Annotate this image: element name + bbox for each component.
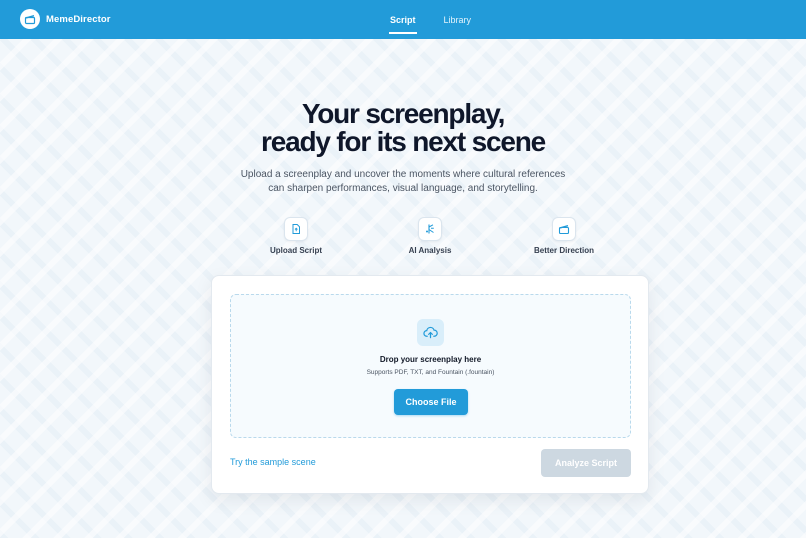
page-title-line-1: Your screenplay, — [301, 98, 506, 129]
page-subtitle-line-2: can sharpen performances, visual languag… — [268, 182, 538, 194]
try-sample-scene-link[interactable]: Try the sample scene — [230, 457, 316, 467]
feature-better-direction: Better Direction — [494, 217, 634, 255]
page-title: Your screenplay, ready for its next scen… — [0, 100, 806, 156]
feature-ai-analysis: AI Analysis — [360, 217, 500, 255]
brand[interactable]: MemeDirector — [20, 9, 111, 29]
file-dropzone[interactable]: Drop your screenplay here Supports PDF, … — [230, 294, 631, 438]
clapperboard-icon — [552, 217, 576, 241]
upload-card: Drop your screenplay here Supports PDF, … — [211, 275, 649, 494]
dropzone-title: Drop your screenplay here — [379, 355, 482, 364]
feature-label: Upload Script — [269, 246, 322, 255]
clapperboard-icon — [20, 9, 40, 29]
file-icon — [284, 217, 308, 241]
page-subtitle: Upload a screenplay and uncover the mome… — [0, 168, 806, 195]
page-title-line-2: ready for its next scene — [261, 126, 546, 157]
main-tabs: Script Library — [380, 0, 481, 39]
analyze-script-button[interactable]: Analyze Script — [541, 449, 631, 477]
choose-file-button[interactable]: Choose File — [394, 389, 468, 415]
tab-library[interactable]: Library — [434, 0, 482, 39]
upload-cloud-icon — [417, 319, 444, 346]
page-subtitle-line-1: Upload a screenplay and uncover the mome… — [240, 169, 566, 180]
dropzone-hint: Supports PDF, TXT, and Fountain (.founta… — [366, 369, 495, 376]
feature-label: AI Analysis — [408, 246, 452, 255]
tab-script[interactable]: Script — [380, 0, 426, 39]
ai-analysis-icon — [418, 217, 442, 241]
feature-label: Better Direction — [533, 246, 594, 255]
top-nav-bar: MemeDirector Script Library — [0, 0, 806, 39]
feature-upload-script: Upload Script — [226, 217, 366, 255]
app-name: MemeDirector — [46, 13, 111, 25]
